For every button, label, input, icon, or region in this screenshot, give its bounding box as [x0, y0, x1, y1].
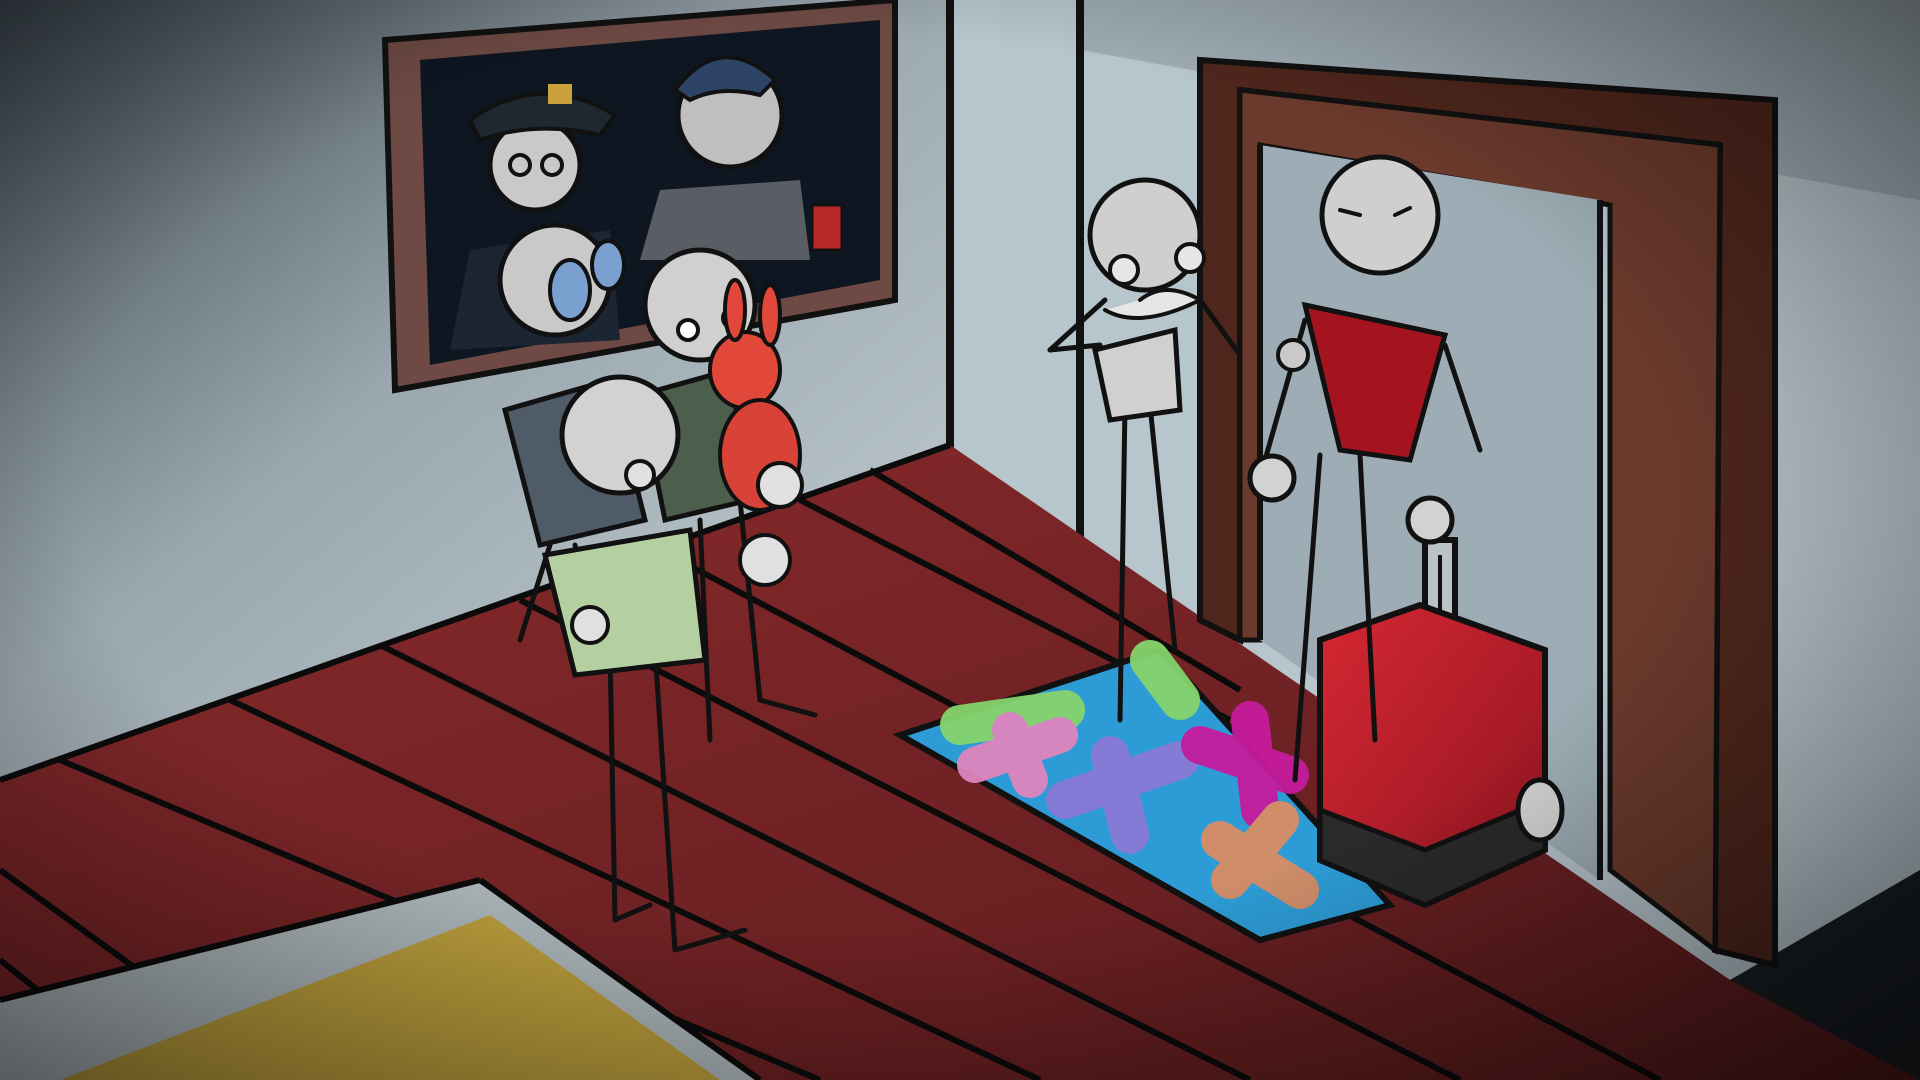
vignette-overlay — [0, 0, 1920, 1080]
scene-canvas — [0, 0, 1920, 1080]
game-scene — [0, 0, 1920, 1080]
